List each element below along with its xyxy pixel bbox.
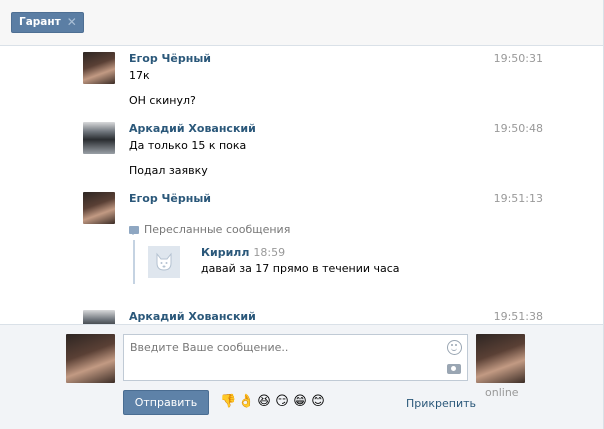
send-button[interactable]: Отправить — [123, 390, 209, 415]
message-item: Егор Чёрный 19:51:13 Пересланные сообщен… — [83, 192, 543, 292]
forwarded-header: Пересланные сообщения — [129, 223, 290, 236]
forwarded-author-name[interactable]: Кирилл — [201, 246, 249, 259]
peer-avatar[interactable] — [476, 334, 525, 383]
message-time: 19:50:48 — [493, 122, 543, 135]
message-text: 17к — [129, 69, 150, 82]
smile-icon[interactable] — [447, 340, 462, 355]
dialog-tabs-bar: Гарант ✕ — [0, 0, 604, 46]
camera-icon[interactable] — [447, 364, 461, 374]
message-text: ОН скинул? — [129, 94, 196, 107]
forwarded-time: 18:59 — [253, 246, 286, 259]
forwarded-header-label: Пересланные сообщения — [144, 223, 291, 236]
avatar[interactable] — [83, 310, 115, 324]
avatar[interactable] — [83, 122, 115, 154]
thumbs-down-emoji-icon[interactable]: 👎 — [220, 394, 236, 410]
message-author[interactable]: Егор Чёрный — [129, 52, 211, 65]
message-text: Подал заявку — [129, 164, 208, 177]
message-item: Аркадий Хованский 19:50:48 Да только 15 … — [83, 122, 543, 182]
message-text: Да только 15 к пока — [129, 139, 247, 152]
forwarded-message: Кирилл 18:59 давай за 17 прямо в течении … — [133, 240, 433, 284]
message-input[interactable] — [130, 339, 440, 355]
tab-garant[interactable]: Гарант ✕ — [11, 12, 84, 33]
message-time: 19:50:31 — [493, 52, 543, 65]
tab-label: Гарант — [19, 16, 61, 28]
online-status: online — [485, 386, 519, 399]
my-avatar[interactable] — [66, 334, 115, 383]
forwarded-author[interactable]: Кирилл 18:59 — [201, 246, 285, 259]
avatar[interactable] — [83, 52, 115, 84]
forwarded-text: давай за 17 прямо в течении часа — [201, 262, 400, 275]
message-list: Егор Чёрный 19:50:31 17к ОН скинул? Арка… — [0, 46, 603, 324]
message-author[interactable]: Аркадий Хованский — [129, 310, 256, 323]
message-item: Егор Чёрный 19:50:31 17к ОН скинул? — [83, 52, 543, 112]
emoji-bar: 👎 👌 😆 😏 😁 😊 — [220, 394, 326, 410]
attach-link[interactable]: Прикрепить — [406, 397, 476, 410]
ok-hand-emoji-icon[interactable]: 👌 — [238, 394, 254, 410]
forward-icon — [129, 225, 139, 235]
message-author[interactable]: Аркадий Хованский — [129, 122, 256, 135]
message-time: 19:51:38 — [493, 310, 543, 323]
close-icon[interactable]: ✕ — [67, 13, 77, 32]
smile-emoji-icon[interactable]: 😊 — [310, 394, 326, 410]
dog-avatar-icon[interactable] — [148, 246, 180, 278]
message-input-box[interactable] — [123, 334, 468, 381]
avatar[interactable] — [83, 192, 115, 224]
grin-emoji-icon[interactable]: 😁 — [292, 394, 308, 410]
message-item: Аркадий Хованский 19:51:38 — [83, 310, 543, 324]
message-composer: online Отправить 👎 👌 😆 😏 😁 😊 Прикрепить — [0, 324, 603, 429]
smirk-emoji-icon[interactable]: 😏 — [274, 394, 290, 410]
message-author[interactable]: Егор Чёрный — [129, 192, 211, 205]
message-time: 19:51:13 — [493, 192, 543, 205]
laughing-emoji-icon[interactable]: 😆 — [256, 394, 272, 410]
